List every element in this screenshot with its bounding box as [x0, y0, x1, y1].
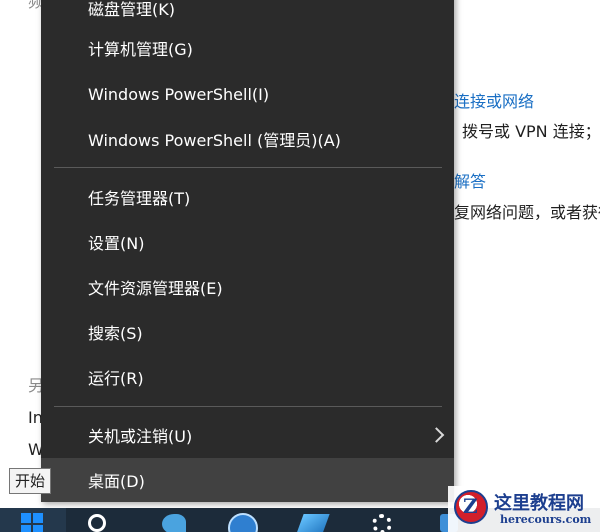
menu-item-search[interactable]: 搜索(S) [41, 310, 454, 354]
menu-item-shutdown-signout[interactable]: 关机或注销(U) [41, 413, 454, 457]
menu-item-label: 关机或注销(U) [88, 427, 193, 446]
menu-item-run[interactable]: 运行(R) [41, 355, 454, 399]
menu-item-computer-management[interactable]: 计算机管理(G) [41, 26, 454, 70]
menu-item-label: 磁盘管理(K) [88, 0, 175, 19]
menu-item-label: 运行(R) [88, 369, 144, 388]
menu-item-task-manager[interactable]: 任务管理器(T) [41, 175, 454, 219]
menu-item-label: 文件资源管理器(E) [88, 279, 223, 298]
menu-item-label: 计算机管理(G) [88, 40, 193, 59]
menu-item-settings[interactable]: 设置(N) [41, 220, 454, 264]
menu-item-label: Windows PowerShell(I) [88, 84, 270, 104]
watermark-url: herecours.com [500, 513, 592, 526]
start-tooltip: 开始 [9, 468, 52, 494]
troubleshoot-link[interactable]: 解答 [454, 172, 486, 192]
menu-item-label: 桌面(D) [88, 472, 145, 491]
menu-item-label: 搜索(S) [88, 324, 143, 343]
cortana-icon[interactable] [88, 514, 106, 532]
settings-gear-icon[interactable] [372, 514, 392, 532]
menu-item-label: 设置(N) [88, 234, 145, 253]
menu-separator [54, 167, 442, 168]
chevron-right-icon [428, 427, 445, 443]
watermark-logo-letter: Z [463, 494, 478, 518]
network-problem-text: 复网络问题，或者获得 [454, 203, 600, 222]
menu-item-desktop[interactable]: 桌面(D) [41, 458, 454, 502]
bird-app-icon[interactable] [162, 514, 186, 532]
sogou-browser-icon[interactable] [228, 513, 258, 532]
menu-item-file-explorer[interactable]: 文件资源管理器(E) [41, 265, 454, 309]
blue-app-icon[interactable] [296, 514, 330, 532]
site-watermark: Z 这里教程网 herecours.com [448, 486, 600, 532]
watermark-title: 这里教程网 [494, 493, 584, 514]
menu-separator [54, 406, 442, 407]
start-button[interactable] [0, 508, 66, 532]
connect-network-link[interactable]: 连接或网络 [454, 92, 534, 112]
menu-item-powershell-admin[interactable]: Windows PowerShell (管理员)(A) [41, 117, 454, 161]
menu-item-powershell[interactable]: Windows PowerShell(I) [41, 72, 454, 116]
menu-item-label: 任务管理器(T) [88, 189, 191, 208]
windows-logo-icon [21, 513, 43, 532]
menu-item-label: Windows PowerShell (管理员)(A) [88, 131, 341, 150]
winx-context-menu: 磁盘管理(K) 计算机管理(G) Windows PowerShell(I) W… [41, 0, 454, 502]
dial-vpn-text: 拨号或 VPN 连接； [462, 122, 600, 141]
